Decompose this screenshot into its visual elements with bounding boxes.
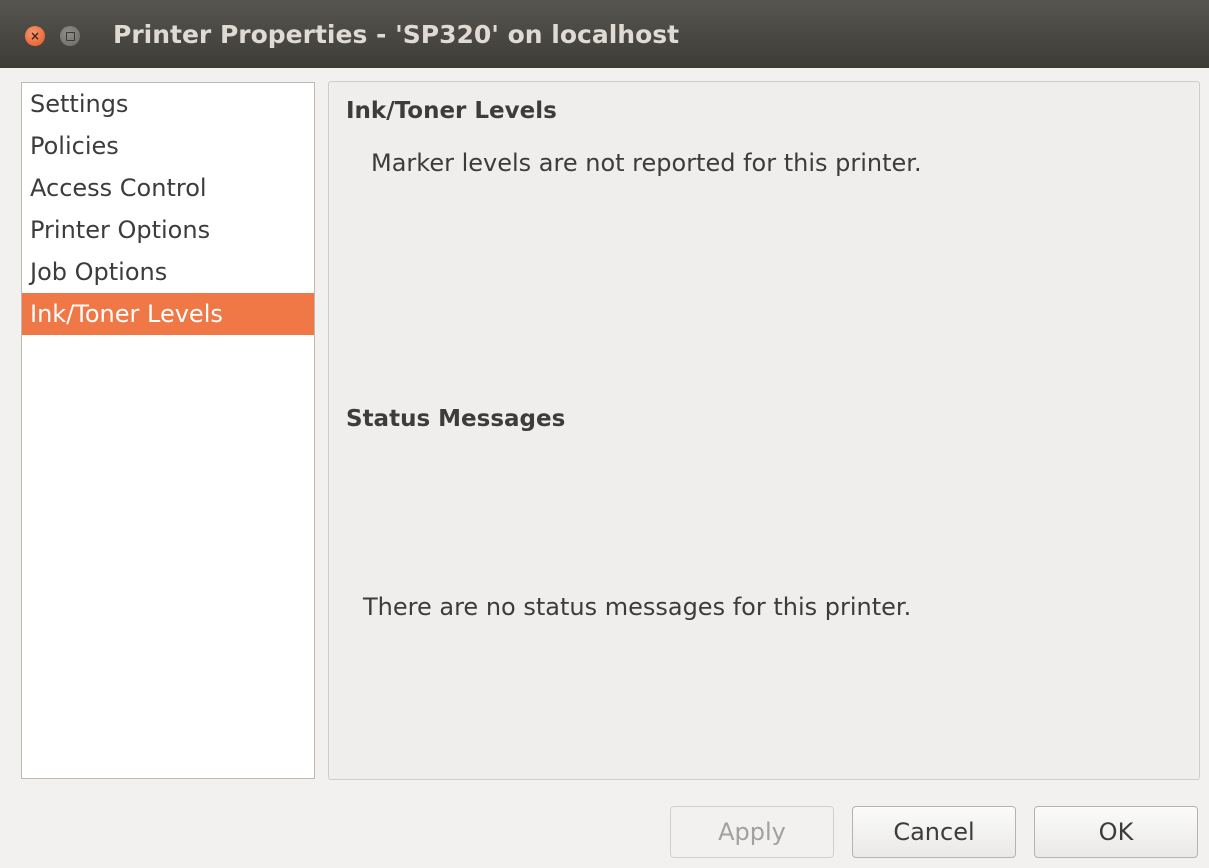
close-icon[interactable]: × bbox=[25, 26, 45, 46]
status-messages-text: There are no status messages for this pr… bbox=[363, 593, 912, 621]
sidebar-item-access-control[interactable]: Access Control bbox=[22, 167, 314, 209]
sidebar-item-printer-options[interactable]: Printer Options bbox=[22, 209, 314, 251]
sidebar-list[interactable]: Settings Policies Access Control Printer… bbox=[21, 82, 315, 779]
sidebar-item-ink-toner-levels[interactable]: Ink/Toner Levels bbox=[22, 293, 314, 335]
ok-button[interactable]: OK bbox=[1034, 806, 1198, 858]
window-title: Printer Properties - 'SP320' on localhos… bbox=[113, 20, 680, 49]
marker-levels-message: Marker levels are not reported for this … bbox=[371, 149, 922, 177]
status-messages-heading: Status Messages bbox=[346, 406, 566, 432]
ink-toner-heading: Ink/Toner Levels bbox=[346, 98, 557, 124]
title-bar[interactable]: × Printer Properties - 'SP320' on localh… bbox=[0, 0, 1209, 68]
cancel-button[interactable]: Cancel bbox=[852, 806, 1016, 858]
apply-button[interactable]: Apply bbox=[670, 806, 834, 858]
sidebar-item-settings[interactable]: Settings bbox=[22, 83, 314, 125]
maximize-square bbox=[65, 31, 75, 41]
sidebar-item-policies[interactable]: Policies bbox=[22, 125, 314, 167]
maximize-icon[interactable] bbox=[60, 26, 80, 46]
content-panel: Ink/Toner Levels Marker levels are not r… bbox=[328, 81, 1200, 780]
sidebar-item-job-options[interactable]: Job Options bbox=[22, 251, 314, 293]
close-glyph: × bbox=[29, 29, 41, 43]
